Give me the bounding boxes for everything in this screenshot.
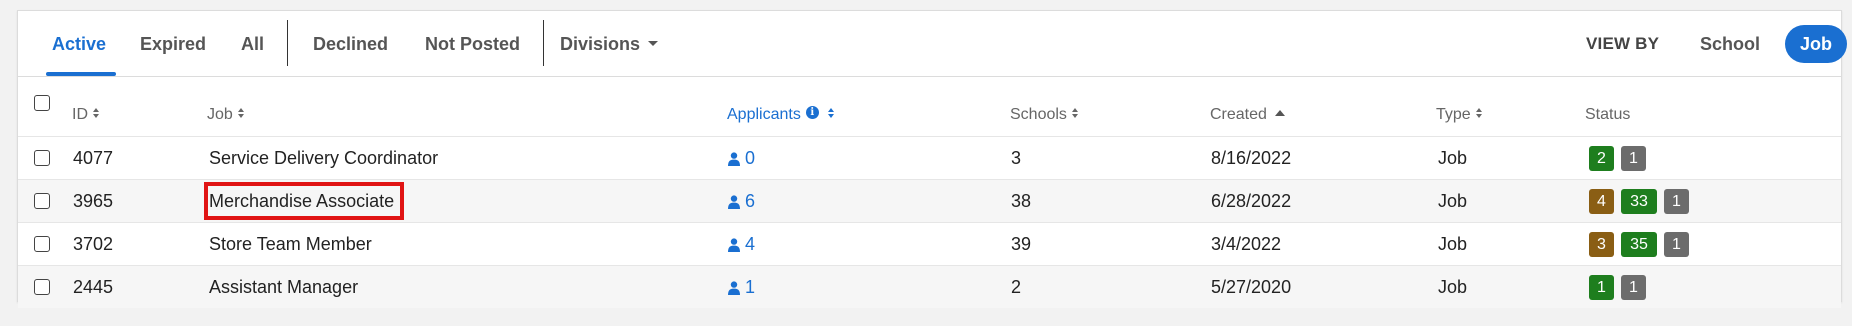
cell-applicants-link[interactable]: 1 xyxy=(728,266,755,309)
info-icon[interactable]: i xyxy=(805,106,819,120)
caret-down-icon xyxy=(648,40,659,46)
status-badge-gray[interactable]: 1 xyxy=(1664,232,1689,257)
tab-all[interactable]: All xyxy=(241,29,264,59)
divisions-dropdown[interactable]: Divisions xyxy=(560,29,659,59)
person-icon xyxy=(728,152,740,166)
status-badge-gold[interactable]: 4 xyxy=(1589,189,1614,214)
column-label: ID xyxy=(72,106,88,123)
tab-declined[interactable]: Declined xyxy=(313,29,388,59)
row-checkbox[interactable] xyxy=(34,236,50,252)
column-header-type[interactable]: Type xyxy=(1436,105,1482,125)
cell-schools: 2 xyxy=(1011,277,1022,297)
select-all-checkbox[interactable] xyxy=(34,95,50,111)
column-header-applicants[interactable]: Applicants i xyxy=(727,105,834,125)
status-badge-green[interactable]: 35 xyxy=(1621,232,1657,257)
column-label: Schools xyxy=(1010,106,1067,123)
status-badge-green[interactable]: 33 xyxy=(1621,189,1657,214)
column-label: Job xyxy=(207,106,233,123)
sort-icon xyxy=(93,107,99,118)
column-header-job[interactable]: Job xyxy=(207,105,244,125)
cell-type: Job xyxy=(1438,191,1468,211)
column-header-id[interactable]: ID xyxy=(72,105,99,125)
table-row: 4077 Service Delivery Coordinator 0 3 8/16/2… xyxy=(18,136,1841,179)
highlight-box xyxy=(204,182,404,220)
status-badge-green[interactable]: 1 xyxy=(1589,275,1614,300)
cell-created: 8/16/2022 xyxy=(1211,148,1292,168)
status-badge-green[interactable]: 2 xyxy=(1589,146,1614,171)
applicants-count: 6 xyxy=(745,191,756,211)
sort-icon xyxy=(1071,107,1078,118)
status-badge-gray[interactable]: 1 xyxy=(1621,146,1646,171)
cell-job-title[interactable]: Service Delivery Coordinator xyxy=(209,137,438,180)
cell-job-title[interactable]: Assistant Manager xyxy=(209,266,358,309)
tab-divider xyxy=(543,20,544,66)
sort-icon xyxy=(237,107,244,118)
row-checkbox[interactable] xyxy=(34,279,50,295)
column-header-schools[interactable]: Schools xyxy=(1010,105,1078,125)
cell-created: 5/27/2020 xyxy=(1211,277,1292,297)
table-row: 3965 Merchandise Associate 6 38 6/28/2022 Job… xyxy=(18,179,1841,222)
cell-type: Job xyxy=(1438,148,1468,168)
status-badge-gray[interactable]: 1 xyxy=(1664,189,1689,214)
cell-schools: 39 xyxy=(1011,234,1032,254)
person-icon xyxy=(728,238,740,252)
column-label: Applicants xyxy=(727,106,801,123)
column-label: Created xyxy=(1210,106,1267,123)
tab-not-posted[interactable]: Not Posted xyxy=(425,29,520,59)
cell-created: 3/4/2022 xyxy=(1211,234,1282,254)
view-by-school-button[interactable]: School xyxy=(1700,29,1760,59)
row-checkbox[interactable] xyxy=(34,193,50,209)
table-row: 3702 Store Team Member 4 39 3/4/2022 Job 3 35 1 xyxy=(18,222,1841,265)
cell-type: Job xyxy=(1438,277,1468,297)
tab-active[interactable]: Active xyxy=(52,29,106,59)
cell-applicants-link[interactable]: 6 xyxy=(728,180,755,223)
applicants-count: 1 xyxy=(745,277,756,297)
person-icon xyxy=(728,195,740,209)
cell-type: Job xyxy=(1438,234,1468,254)
status-badge-gray[interactable]: 1 xyxy=(1621,275,1646,300)
tab-divider xyxy=(287,20,288,66)
view-by-label: VIEW BY xyxy=(1586,34,1660,53)
sort-icon xyxy=(1475,107,1482,118)
cell-id: 4077 xyxy=(73,148,114,168)
applicants-count: 0 xyxy=(745,148,756,168)
column-header-status: Status xyxy=(1585,106,1631,123)
cell-applicants-link[interactable]: 0 xyxy=(728,137,755,180)
sort-icon xyxy=(827,107,834,118)
jobs-panel: Active Expired All Declined Not Posted D… xyxy=(17,10,1847,308)
cell-created: 6/28/2022 xyxy=(1211,191,1292,211)
sort-ascending-icon xyxy=(1274,109,1285,116)
applicants-count: 4 xyxy=(745,234,756,254)
table-row: 2445 Assistant Manager 1 2 5/27/2020 Job 1 1 xyxy=(18,265,1841,308)
view-by-job-button[interactable]: Job xyxy=(1785,25,1847,63)
cell-id: 3702 xyxy=(73,234,114,254)
cell-applicants-link[interactable]: 4 xyxy=(728,223,755,266)
filter-tab-bar: Active Expired All Declined Not Posted D… xyxy=(18,11,1847,77)
divisions-label: Divisions xyxy=(560,34,641,54)
person-icon xyxy=(728,281,740,295)
cell-schools: 38 xyxy=(1011,191,1032,211)
tab-expired[interactable]: Expired xyxy=(140,29,206,59)
cell-id: 3965 xyxy=(73,191,114,211)
column-label: Type xyxy=(1436,106,1471,123)
cell-schools: 3 xyxy=(1011,148,1022,168)
cell-id: 2445 xyxy=(73,277,114,297)
cell-job-title[interactable]: Store Team Member xyxy=(209,223,372,266)
row-checkbox[interactable] xyxy=(34,150,50,166)
status-badge-gold[interactable]: 3 xyxy=(1589,232,1614,257)
active-tab-indicator xyxy=(46,72,116,76)
column-header-created[interactable]: Created xyxy=(1210,105,1285,125)
